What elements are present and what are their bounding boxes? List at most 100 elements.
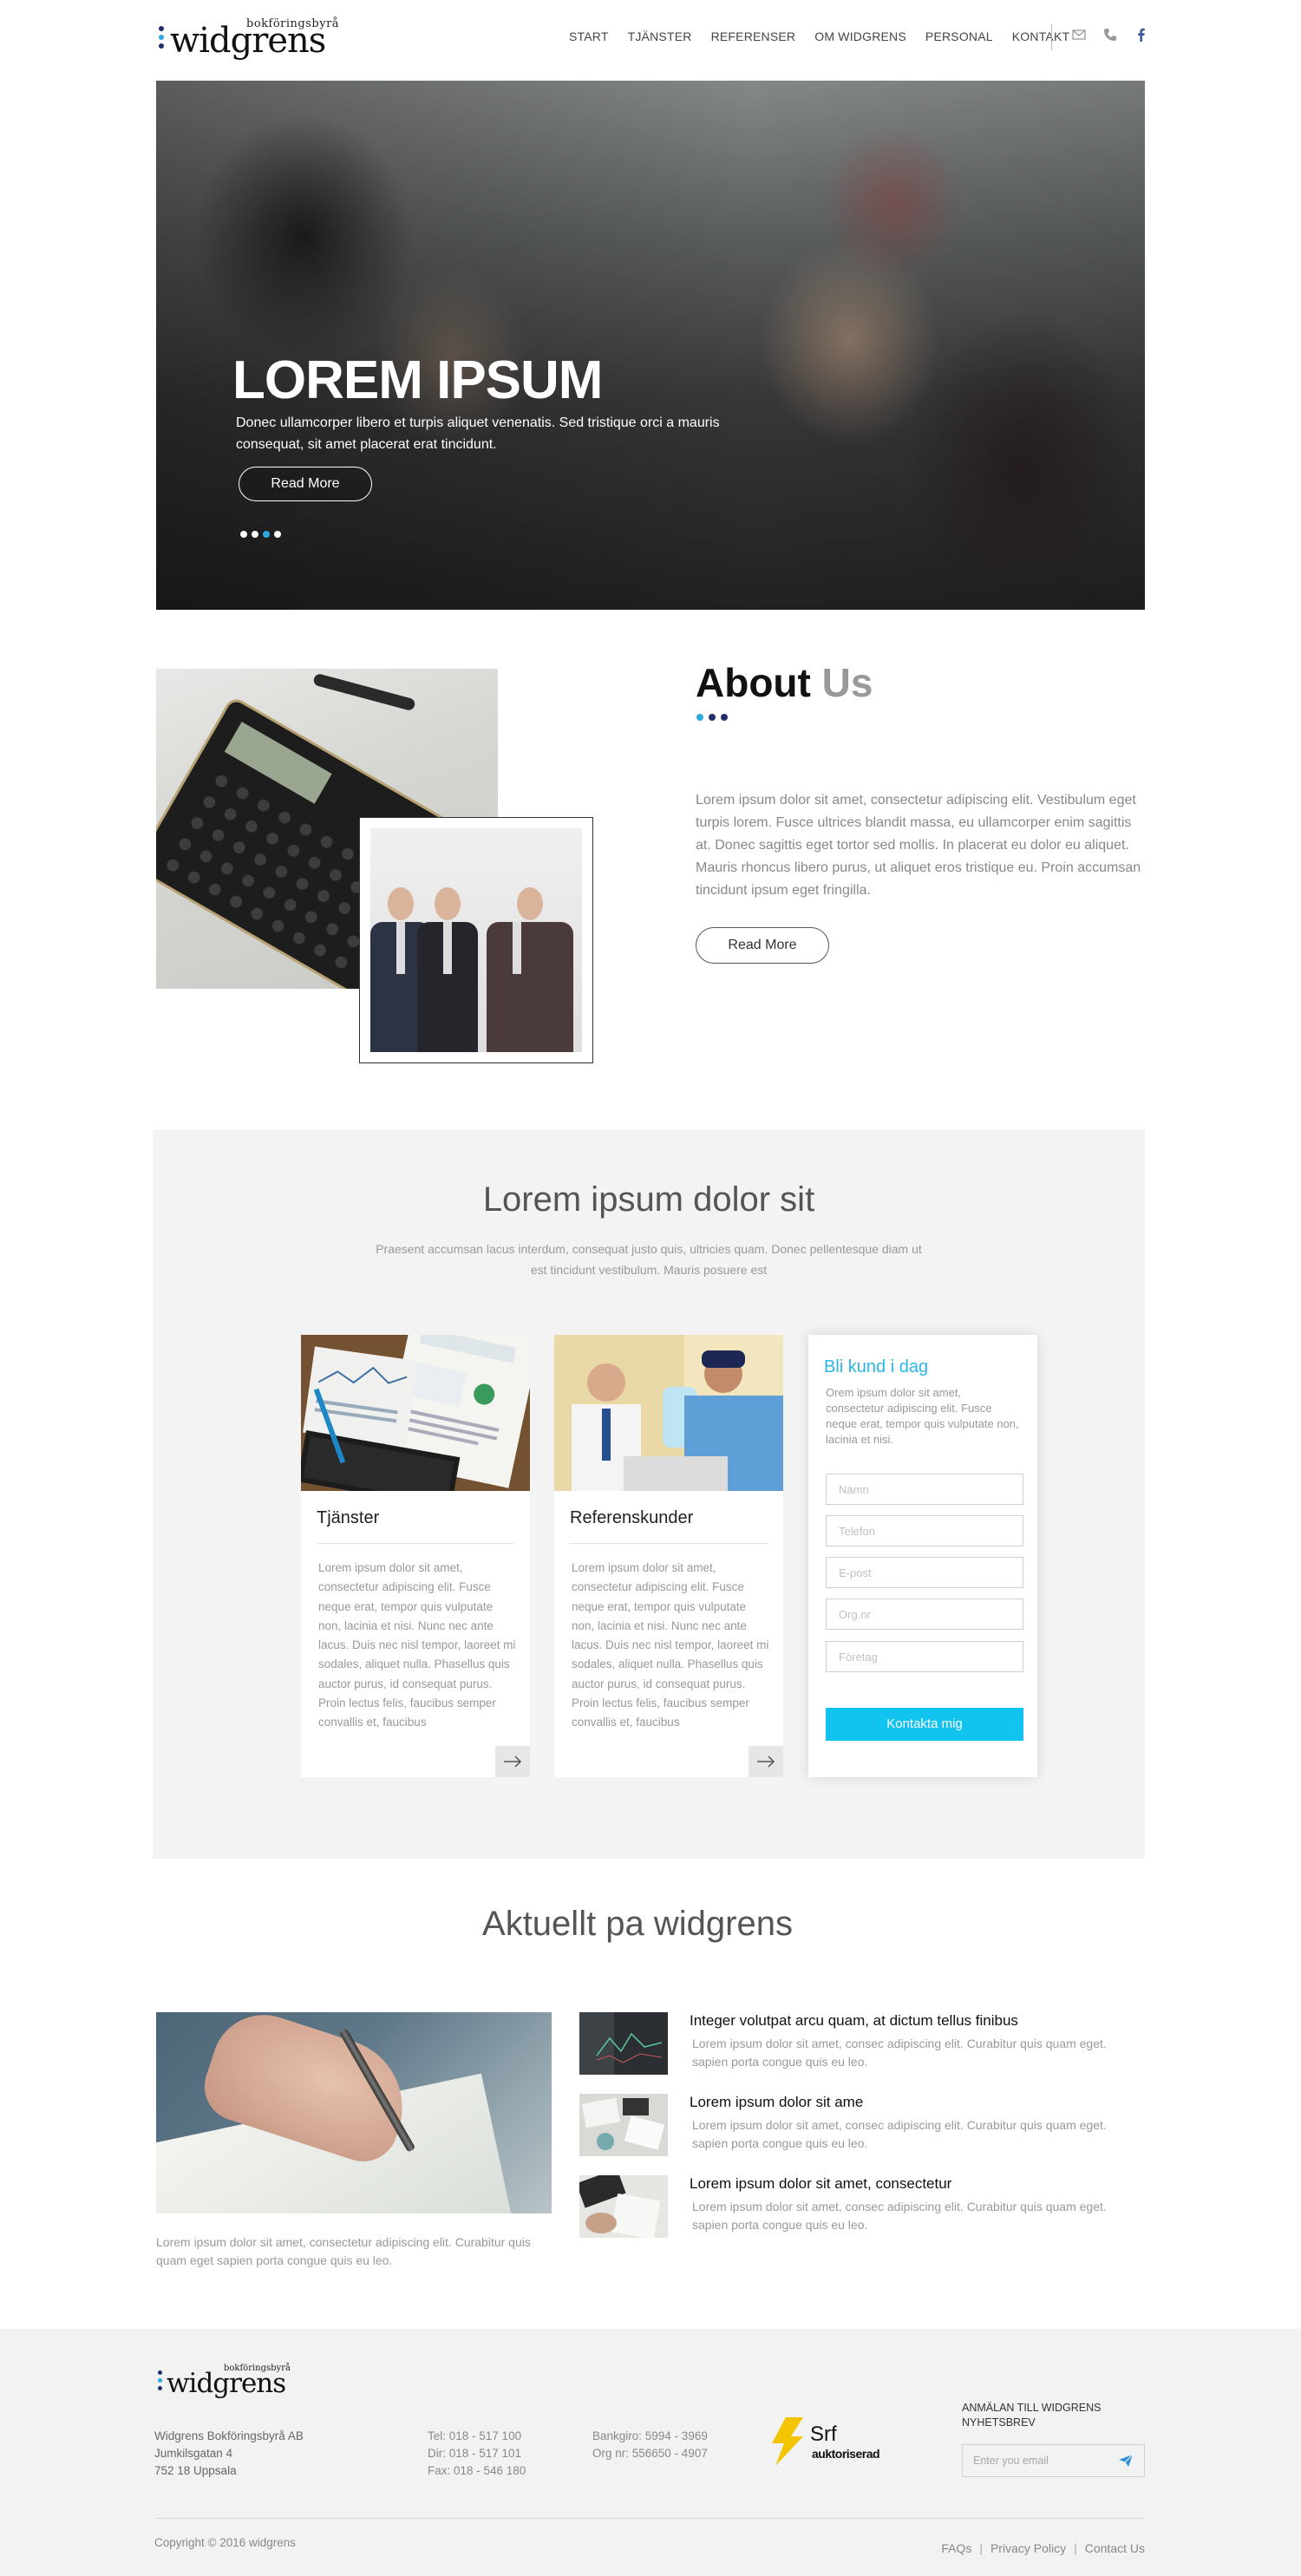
news-item-title: Lorem ipsum dolor sit ame (690, 2094, 864, 2110)
site-header: bokföringsbyrå widgrens START TJÄNSTER R… (0, 0, 1301, 78)
news-thumb (579, 2094, 668, 2156)
phone-line: Fax: 018 - 546 180 (428, 2464, 526, 2477)
phone-line: Dir: 018 - 517 101 (428, 2447, 522, 2460)
slide-dot[interactable] (274, 531, 281, 538)
phone-field[interactable] (826, 1515, 1023, 1546)
slide-dot-active[interactable] (263, 531, 270, 538)
logo-dots (159, 26, 164, 52)
footer-address: Widgrens Bokföringsbyrå AB Jumkilsgatan … (154, 2428, 304, 2480)
services-title: Lorem ipsum dolor sit (482, 1180, 815, 1219)
news-item-title: Integer volutpat arcu quam, at dictum te… (690, 2012, 1018, 2029)
footer-links: FAQs | Privacy Policy | Contact Us (941, 2541, 1145, 2555)
faqs-link[interactable]: FAQs (941, 2541, 971, 2555)
form-text: Orem ipsum dolor sit amet, consectetur a… (826, 1386, 1019, 1446)
news-item-text: Lorem ipsum dolor sit amet, consec adipi… (692, 2037, 1107, 2069)
card-divider (317, 1543, 514, 1544)
srf-text: Srf (810, 2422, 837, 2446)
copyright: Copyright © 2016 widgrens (154, 2536, 297, 2549)
arrow-right-icon[interactable] (495, 1746, 530, 1777)
main-nav: START TJÄNSTER REFERENSER OM WIDGRENS PE… (569, 29, 1089, 43)
nav-tjanster[interactable]: TJÄNSTER (628, 29, 692, 43)
news-item[interactable]: Lorem ipsum dolor sit amet, consectetur … (579, 2175, 1152, 2245)
newsletter-form (962, 2444, 1145, 2477)
nav-divider (1051, 24, 1052, 50)
contact-me-button[interactable]: Kontakta mig (826, 1708, 1023, 1741)
news-title: Aktuellt pa widgrens (482, 1905, 793, 1943)
newsletter-title: ANMÄLAN TILL WIDGRENS NYHETSBREV (962, 2402, 1102, 2429)
news-main-image[interactable] (156, 2012, 552, 2213)
company-field[interactable] (826, 1641, 1023, 1672)
card-text: Lorem ipsum dolor sit amet, consectetur … (572, 1561, 769, 1729)
logo-wordmark: widgrens (170, 21, 326, 61)
news-thumb (579, 2175, 668, 2238)
about-read-more-button[interactable]: Read More (696, 927, 829, 964)
about-dots (696, 714, 728, 721)
card-image-documents (301, 1335, 530, 1491)
arrow-right-icon[interactable] (749, 1746, 783, 1777)
news-item[interactable]: Lorem ipsum dolor sit ame Lorem ipsum do… (579, 2094, 1152, 2163)
slide-dot[interactable] (252, 531, 258, 538)
news-item[interactable]: Integer volutpat arcu quam, at dictum te… (579, 2012, 1152, 2082)
card-title: Tjänster (317, 1508, 380, 1527)
srf-bolt-icon (772, 2417, 803, 2466)
address-line: Jumkilsgatan 4 (154, 2447, 233, 2460)
about-text: Lorem ipsum dolor sit amet, consectetur … (696, 793, 1141, 898)
facebook-icon[interactable] (1134, 28, 1148, 42)
news-item-text: Lorem ipsum dolor sit amet, consec adipi… (692, 2118, 1107, 2150)
hero-text: Donec ullamcorper libero et turpis aliqu… (236, 415, 720, 452)
nav-personal[interactable]: PERSONAL (925, 29, 993, 43)
team-photo (370, 828, 582, 1052)
address-line: 752 18 Uppsala (154, 2464, 237, 2477)
mail-icon[interactable] (1072, 28, 1086, 42)
slide-dot[interactable] (240, 531, 247, 538)
footer-logo-wordmark: widgrens (167, 2368, 286, 2399)
card-divider (570, 1543, 768, 1544)
news-item-title: Lorem ipsum dolor sit amet, consectetur (690, 2175, 952, 2192)
news-item-text: Lorem ipsum dolor sit amet, consec adipi… (692, 2200, 1107, 2232)
org-number-field[interactable] (826, 1599, 1023, 1630)
services-subtitle: Praesent accumsan lacus interdum, conseq… (376, 1242, 922, 1277)
privacy-policy-link[interactable]: Privacy Policy (990, 2541, 1066, 2555)
send-icon[interactable] (1118, 2454, 1134, 2468)
name-field[interactable] (826, 1474, 1023, 1505)
phone-line: Tel: 018 - 517 100 (428, 2429, 522, 2442)
footer-bank-info: Bankgiro: 5994 - 3969 Org nr: 556650 - 4… (592, 2428, 708, 2462)
link-separator: | (979, 2541, 983, 2555)
newsletter-email-input[interactable] (963, 2445, 1110, 2476)
card-text: Lorem ipsum dolor sit amet, consectetur … (318, 1561, 516, 1729)
srf-logo: Srf auktoriserad (768, 2417, 890, 2469)
hero-slider: LOREM IPSUM Donec ullamcorper libero et … (156, 81, 1145, 610)
address-line: Widgrens Bokföringsbyrå AB (154, 2429, 304, 2442)
card-referenskunder: Referenskunder Lorem ipsum dolor sit ame… (554, 1335, 783, 1777)
form-title: Bli kund i dag (824, 1357, 929, 1376)
signup-form-card: Bli kund i dag Orem ipsum dolor sit amet… (808, 1335, 1037, 1777)
nav-om-widgrens[interactable]: OM WIDGRENS (814, 29, 906, 43)
news-thumb (579, 2012, 668, 2075)
link-separator: | (1074, 2541, 1077, 2555)
hero-title: LOREM IPSUM (232, 350, 603, 410)
header-icons (1072, 28, 1148, 42)
footer-logo[interactable]: bokföringsbyrå widgrens (156, 2364, 312, 2402)
srf-subtext: auktoriserad (812, 2447, 880, 2461)
card-tjanster: Tjänster Lorem ipsum dolor sit amet, con… (301, 1335, 530, 1777)
nav-kontakt[interactable]: KONTAKT (1012, 29, 1069, 43)
hero-photo-overlay (156, 81, 1145, 610)
bank-line: Bankgiro: 5994 - 3969 (592, 2429, 708, 2442)
contact-us-link[interactable]: Contact Us (1085, 2541, 1145, 2555)
email-field[interactable] (826, 1557, 1023, 1588)
hero-read-more-button[interactable]: Read More (239, 467, 372, 501)
site-logo[interactable]: bokföringsbyrå widgrens (156, 17, 360, 61)
footer-divider (156, 2518, 1145, 2519)
about-title: About Us (696, 660, 873, 705)
nav-start[interactable]: START (569, 29, 609, 43)
card-image-handshake (554, 1335, 783, 1491)
services-section: Lorem ipsum dolor sit Praesent accumsan … (153, 1130, 1145, 1859)
team-photo-frame (359, 817, 593, 1063)
hero-slide-dots (240, 531, 281, 538)
card-title: Referenskunder (570, 1508, 694, 1527)
bank-line: Org nr: 556650 - 4907 (592, 2447, 708, 2460)
phone-icon[interactable] (1103, 28, 1117, 42)
news-main-caption: Lorem ipsum dolor sit amet, consectetur … (156, 2235, 531, 2267)
footer-phones: Tel: 018 - 517 100 Dir: 018 - 517 101 Fa… (428, 2428, 526, 2480)
nav-referenser[interactable]: REFERENSER (711, 29, 796, 43)
